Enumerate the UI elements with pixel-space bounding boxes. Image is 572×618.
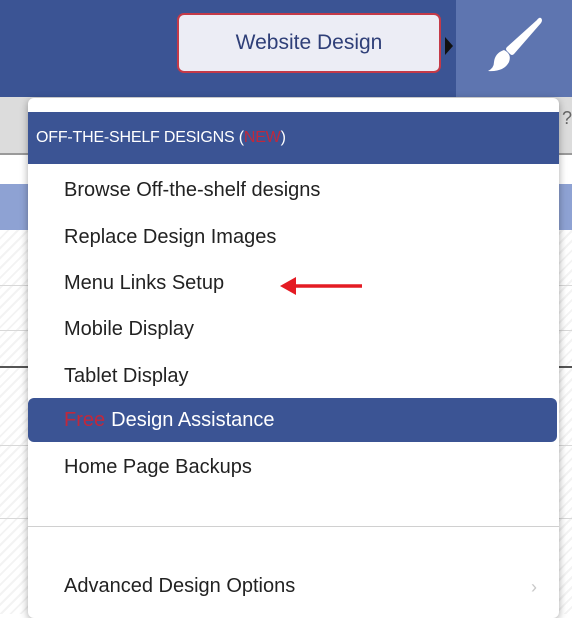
menu-item-label: Browse Off-the-shelf designs <box>64 179 321 201</box>
menu-item-mobile-display[interactable]: Mobile Display <box>64 318 194 341</box>
website-design-button[interactable] <box>456 0 572 97</box>
new-badge: NEW <box>243 129 281 146</box>
menu-item-label: Advanced Design Options <box>64 575 296 597</box>
menu-divider <box>28 526 559 527</box>
menu-item-label: Tablet Display <box>64 365 189 387</box>
menu-item-label: Mobile Display <box>64 318 195 340</box>
tooltip-label: Website Design <box>235 31 383 54</box>
red-arrow-icon <box>280 277 362 295</box>
tooltip-pointer <box>445 37 453 55</box>
website-design-tooltip: Website Design <box>177 13 441 73</box>
free-label: Free <box>64 408 106 431</box>
background-glyph: ? <box>561 108 572 128</box>
menu-item-label: Menu Links Setup <box>64 272 225 294</box>
menu-item-menu-links-setup[interactable]: Menu Links Setup <box>64 272 224 295</box>
menu-item-replace-images[interactable]: Replace Design Images <box>64 226 276 249</box>
menu-item-browse-designs[interactable]: Browse Off-the-shelf designs <box>64 179 320 202</box>
paintbrush-icon <box>488 17 542 72</box>
chevron-right-icon: › <box>531 577 537 597</box>
website-design-dropdown: OFF-THE-SHELF DESIGNS (NEW) Browse Off-t… <box>28 98 559 618</box>
menu-item-label: Design Assistance <box>111 408 275 431</box>
menu-item-tablet-display[interactable]: Tablet Display <box>64 365 189 388</box>
menu-section-header: OFF-THE-SHELF DESIGNS (NEW) <box>28 112 559 164</box>
header-text: OFF-THE-SHELF DESIGNS ( <box>36 129 244 146</box>
menu-item-label: Replace Design Images <box>64 226 277 248</box>
menu-item-home-page-backups[interactable]: Home Page Backups <box>64 456 252 479</box>
menu-item-label: Home Page Backups <box>64 456 252 478</box>
header-close-paren: ) <box>280 129 286 146</box>
menu-item-design-assistance[interactable]: Free Design Assistance <box>28 398 557 442</box>
menu-item-advanced-design-options[interactable]: Advanced Design Options <box>64 575 295 598</box>
